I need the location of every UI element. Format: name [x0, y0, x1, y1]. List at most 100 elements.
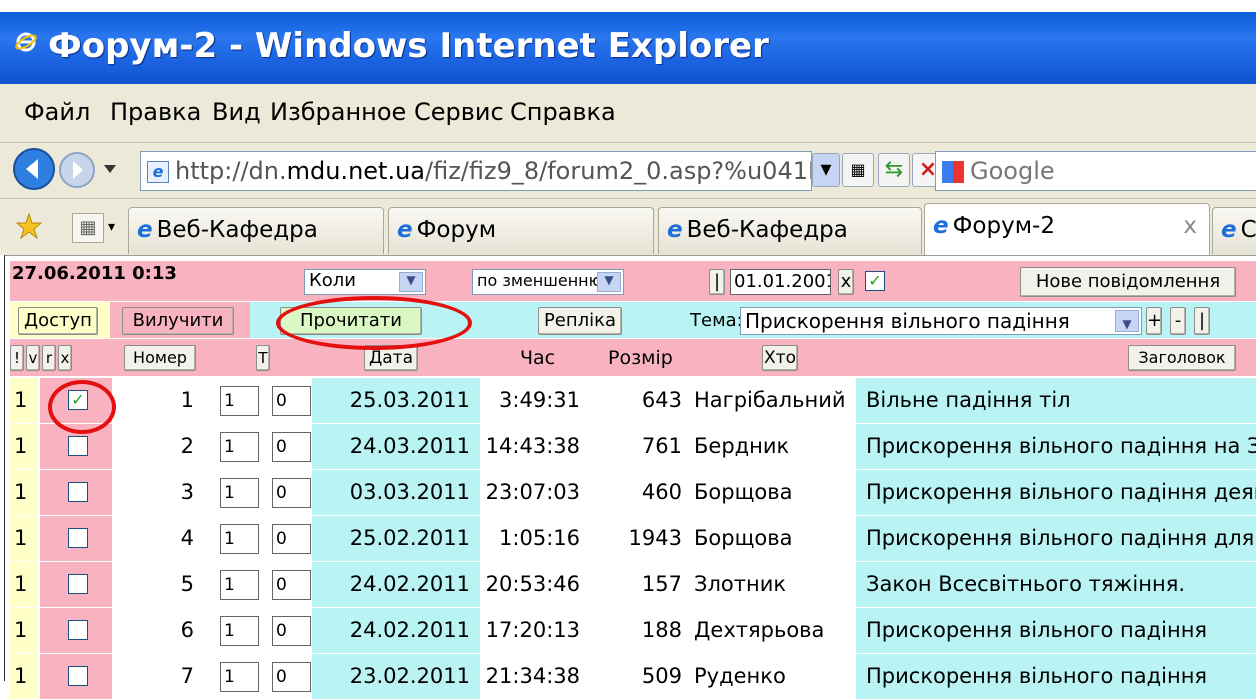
col-r-header[interactable]: r: [42, 345, 56, 371]
row-select-checkbox[interactable]: [68, 436, 88, 456]
address-dropdown-icon[interactable]: ▾: [812, 153, 840, 187]
date-filter-checkbox[interactable]: ✓: [865, 271, 885, 291]
sort-order-select[interactable]: по зменшенню ▼: [472, 269, 624, 295]
col-title-header[interactable]: Заголовок: [1128, 345, 1236, 371]
row-field-a-input[interactable]: 1: [220, 432, 259, 462]
row-field-a-input[interactable]: 1: [220, 478, 259, 508]
tab-forum-2[interactable]: e Форум-2 x: [924, 203, 1210, 255]
row-field-b-input[interactable]: 0: [272, 478, 311, 508]
reply-button[interactable]: Репліка: [538, 307, 622, 335]
row-field-b-input[interactable]: 0: [272, 662, 311, 692]
new-message-button[interactable]: Нове повідомлення: [1020, 267, 1236, 297]
cell-size: 1943: [590, 516, 690, 561]
tab-forum[interactable]: e Форум: [388, 207, 654, 254]
row-select-checkbox[interactable]: [68, 482, 88, 502]
row-field-a-input[interactable]: 1: [220, 386, 259, 416]
menu-help[interactable]: Справка: [510, 98, 616, 126]
sort-field-select[interactable]: Коли ▼: [304, 269, 426, 295]
row-field-a-input[interactable]: 1: [220, 616, 259, 646]
forward-icon[interactable]: [58, 151, 96, 189]
quick-tabs-icon[interactable]: ▦: [72, 213, 104, 243]
tab-ste[interactable]: eСте: [1212, 207, 1256, 254]
cell-who: Нагрібальний: [690, 378, 856, 423]
row-field-b-input[interactable]: 0: [272, 616, 311, 646]
cell-time: 23:07:03: [480, 470, 590, 515]
google-icon: [942, 161, 964, 183]
address-suffix: /fiz/fiz9_8/forum2_0.asp?%u041F%: [425, 157, 812, 185]
topic-add-button[interactable]: +: [1146, 307, 1162, 335]
cell-title: Прискорення вільного падіння: [856, 654, 1256, 699]
compatibility-icon[interactable]: ▦: [842, 153, 874, 187]
access-button[interactable]: Доступ: [18, 307, 98, 335]
cell-title: Прискорення вільного падіння на Землі: [856, 424, 1256, 469]
tab-veb-kafedra-2[interactable]: e Веб-Кафедра: [658, 207, 922, 254]
refresh-icon[interactable]: ⇆: [878, 153, 910, 187]
chevron-down-icon: ▼: [1115, 310, 1139, 332]
date-from-input[interactable]: 01.01.2001: [730, 269, 831, 295]
history-dropdown-icon[interactable]: [103, 163, 117, 175]
col-number-header[interactable]: Номер: [124, 345, 196, 371]
tab-close-icon[interactable]: x: [1183, 204, 1197, 248]
topic-remove-button[interactable]: -: [1170, 307, 1186, 335]
cell-size: 157: [590, 562, 690, 607]
table-row: 1 2 1 0 24.03.2011 14:43:38 761 Бердник Прискоре…: [10, 424, 1256, 470]
cell-title-text: Прискорення вільного падіння: [866, 664, 1208, 688]
col-flag-header[interactable]: !: [10, 345, 24, 371]
col-x-header[interactable]: x: [58, 345, 72, 371]
col-who-header[interactable]: Хто: [762, 345, 798, 371]
menu-file[interactable]: Файл: [24, 98, 90, 126]
row-select-checkbox[interactable]: [68, 620, 88, 640]
cell-flag: 1: [10, 470, 38, 515]
sort-order-value: по зменшенню: [477, 271, 603, 290]
row-field-b-input[interactable]: 0: [272, 432, 311, 462]
back-icon[interactable]: [12, 147, 56, 191]
date-clear-button[interactable]: x: [838, 269, 854, 295]
cell-b: 0: [264, 654, 312, 699]
cell-time: 21:34:38: [480, 654, 590, 699]
cell-title: Прискорення вільного падіння для деяких …: [856, 516, 1256, 561]
row-field-a-input[interactable]: 1: [220, 524, 259, 554]
delete-button[interactable]: Вилучити: [122, 307, 234, 335]
cell-time-text: 20:53:46: [485, 572, 580, 596]
cell-who-text: Руденко: [694, 664, 786, 688]
action-row: Доступ Вилучити Прочитати Репліка Тема: …: [10, 302, 1256, 338]
row-select-checkbox[interactable]: [68, 574, 88, 594]
cell-checkbox: [40, 516, 112, 561]
menu-favorites[interactable]: Избранное: [270, 98, 406, 126]
cell-time-text: 14:43:38: [485, 434, 580, 458]
row-field-a-input[interactable]: 1: [220, 662, 259, 692]
row-field-b-input[interactable]: 0: [272, 524, 311, 554]
topic-label: Тема:: [690, 310, 743, 331]
tab-ie-icon: e: [397, 217, 413, 243]
row-field-b-input[interactable]: 0: [272, 570, 311, 600]
cell-a: 1: [212, 562, 260, 607]
date-reset-button[interactable]: |: [709, 269, 725, 295]
row-field-b-input[interactable]: 0: [272, 386, 311, 416]
tab-bar: ▦ ▾ e Веб-Кафедра e Форум e Веб-Кафедра e Фо…: [0, 199, 1256, 255]
row-select-checkbox[interactable]: [68, 666, 88, 686]
cell-number: 4: [112, 516, 208, 561]
menu-view[interactable]: Вид: [212, 98, 261, 126]
search-input[interactable]: Google: [935, 151, 1256, 191]
cell-title-text: Закон Всесвітнього тяжіння.: [866, 572, 1186, 596]
tab-list-dropdown-icon[interactable]: ▾: [108, 213, 124, 241]
menu-edit[interactable]: Правка: [110, 98, 201, 126]
col-v-header[interactable]: v: [26, 345, 40, 371]
menu-tools[interactable]: Сервис: [414, 98, 504, 126]
tab-veb-kafedra-1[interactable]: e Веб-Кафедра: [128, 207, 384, 254]
cell-time-text: 1:05:16: [499, 526, 580, 550]
highlight-read-button: [276, 296, 472, 350]
topic-select[interactable]: Прискорення вільного падіння ▼: [740, 307, 1142, 335]
cell-time-text: 21:34:38: [485, 664, 580, 688]
address-input[interactable]: e http://dn.mdu.net.ua/fiz/fiz9_8/forum2_…: [140, 151, 812, 191]
cell-checkbox: [40, 470, 112, 515]
cell-number: 6: [112, 608, 208, 653]
table-row: 1 4 1 0 25.02.2011 1:05:16 1943 Борщова Прискоре…: [10, 516, 1256, 562]
cell-date: 24.02.2011: [312, 562, 480, 607]
row-field-a-input[interactable]: 1: [220, 570, 259, 600]
topic-reset-button[interactable]: |: [1194, 307, 1210, 335]
cell-flag: 1: [10, 516, 38, 561]
row-select-checkbox[interactable]: [68, 528, 88, 548]
favorites-star-icon[interactable]: [16, 213, 42, 239]
col-t-header[interactable]: T: [256, 345, 270, 371]
